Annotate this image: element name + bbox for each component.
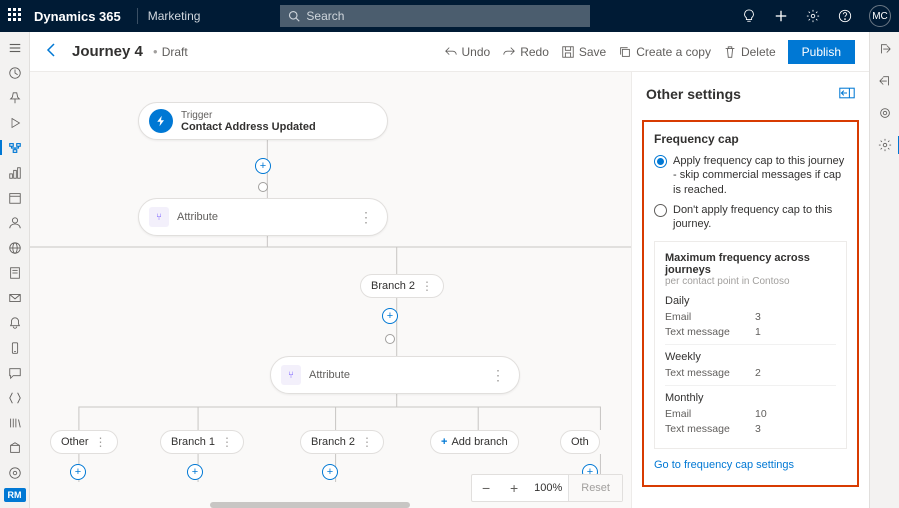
zoom-control: − + 100% Reset <box>471 474 623 502</box>
save-button[interactable]: Save <box>561 45 606 59</box>
search-input[interactable]: Search <box>280 5 590 27</box>
pin-icon[interactable] <box>4 88 26 107</box>
branch-pill[interactable]: Branch 2⋮ <box>360 274 444 298</box>
status-badge: Draft <box>162 45 188 59</box>
divider <box>137 8 138 24</box>
add-step-button[interactable]: + <box>255 158 271 174</box>
pill-more-icon[interactable]: ⋮ <box>95 435 107 449</box>
library-icon[interactable] <box>4 413 26 432</box>
pill-more-icon[interactable]: ⋮ <box>361 435 373 449</box>
analytics-icon[interactable] <box>4 163 26 182</box>
publish-button[interactable]: Publish <box>788 40 855 64</box>
panel-title: Other settings <box>646 86 839 102</box>
journey-icon[interactable] <box>4 138 26 157</box>
panel-expand-icon[interactable] <box>839 87 855 102</box>
expand-out-icon[interactable] <box>874 70 896 92</box>
frequency-settings-link[interactable]: Go to frequency cap settings <box>654 459 847 471</box>
mobile-icon[interactable] <box>4 338 26 357</box>
settings-nav-icon[interactable] <box>4 463 26 482</box>
panel-gear-icon[interactable] <box>874 134 896 156</box>
back-button[interactable] <box>44 42 60 61</box>
create-copy-button[interactable]: Create a copy <box>618 45 711 59</box>
search-placeholder: Search <box>306 9 344 23</box>
attribute-node[interactable]: ⑂ Attribute ⋮ <box>138 198 388 236</box>
brand-label: Dynamics 365 <box>34 9 121 24</box>
add-branch-button[interactable]: +Add branch <box>430 430 519 454</box>
bell-icon[interactable] <box>4 313 26 332</box>
bolt-icon <box>149 109 173 133</box>
plus-icon[interactable] <box>773 8 789 24</box>
frequency-summary: Maximum frequency across journeys per co… <box>654 241 847 449</box>
branch-pill[interactable]: Branch 2⋮ <box>300 430 384 454</box>
attribute-node[interactable]: ⑂ Attribute ⋮ <box>270 356 520 394</box>
branch-icon: ⑂ <box>149 207 169 227</box>
expand-in-icon[interactable] <box>874 38 896 60</box>
zoom-reset-button[interactable]: Reset <box>568 475 622 501</box>
recent-icon[interactable] <box>4 63 26 82</box>
target-icon[interactable] <box>874 102 896 124</box>
person-icon[interactable] <box>4 213 26 232</box>
gear-icon[interactable] <box>805 8 821 24</box>
app-name: Marketing <box>148 9 201 23</box>
trigger-node[interactable]: Trigger Contact Address Updated <box>138 102 388 140</box>
pill-more-icon[interactable]: ⋮ <box>221 435 233 449</box>
zoom-out-button[interactable]: − <box>472 474 500 502</box>
other-pill[interactable]: Other⋮ <box>50 430 118 454</box>
avatar[interactable]: MC <box>869 5 891 27</box>
zoom-value: 100% <box>528 482 568 494</box>
radio-icon <box>654 155 667 168</box>
form-icon[interactable] <box>4 263 26 282</box>
play-icon[interactable] <box>4 113 26 132</box>
branch-pill[interactable]: Branch 1⋮ <box>160 430 244 454</box>
right-app-rail <box>869 32 899 508</box>
pill-more-icon[interactable]: ⋮ <box>421 279 433 293</box>
branch-icon: ⑂ <box>281 365 301 385</box>
radio-icon <box>654 204 667 217</box>
node-more-icon[interactable]: ⋮ <box>487 367 509 384</box>
frequency-cap-section: Frequency cap Apply frequency cap to thi… <box>642 120 859 487</box>
settings-panel: Other settings Frequency cap Apply frequ… <box>631 72 869 508</box>
globe-icon[interactable] <box>4 238 26 257</box>
zoom-in-button[interactable]: + <box>500 474 528 502</box>
area-switcher[interactable]: RM <box>4 488 26 502</box>
connector-dot <box>258 182 268 192</box>
menu-icon[interactable] <box>4 38 26 57</box>
status-dot-icon: ● <box>153 47 158 56</box>
app-launcher-icon[interactable] <box>8 8 24 24</box>
left-nav-rail: RM <box>0 32 30 508</box>
radio-dont-apply-cap[interactable]: Don't apply frequency cap to this journe… <box>654 203 847 232</box>
add-step-button[interactable]: + <box>322 464 338 480</box>
calendar-icon[interactable] <box>4 188 26 207</box>
radio-apply-cap[interactable]: Apply frequency cap to this journey - sk… <box>654 154 847 197</box>
lightbulb-icon[interactable] <box>741 8 757 24</box>
add-step-button[interactable]: + <box>70 464 86 480</box>
add-step-button[interactable]: + <box>382 308 398 324</box>
box-icon[interactable] <box>4 438 26 457</box>
page-title: Journey 4 <box>72 43 143 60</box>
connector-dot <box>385 334 395 344</box>
more-apps-icon[interactable] <box>4 388 26 407</box>
mail-icon[interactable] <box>4 288 26 307</box>
journey-canvas[interactable]: Trigger Contact Address Updated + ⑂ Attr… <box>30 72 631 508</box>
horizontal-scrollbar[interactable] <box>210 502 410 508</box>
redo-button[interactable]: Redo <box>502 45 549 59</box>
section-title: Frequency cap <box>654 132 847 146</box>
node-more-icon[interactable]: ⋮ <box>355 209 377 226</box>
help-icon[interactable] <box>837 8 853 24</box>
chat-icon[interactable] <box>4 363 26 382</box>
other-pill[interactable]: Oth <box>560 430 600 454</box>
delete-button[interactable]: Delete <box>723 45 776 59</box>
undo-button[interactable]: Undo <box>444 45 491 59</box>
add-step-button[interactable]: + <box>187 464 203 480</box>
